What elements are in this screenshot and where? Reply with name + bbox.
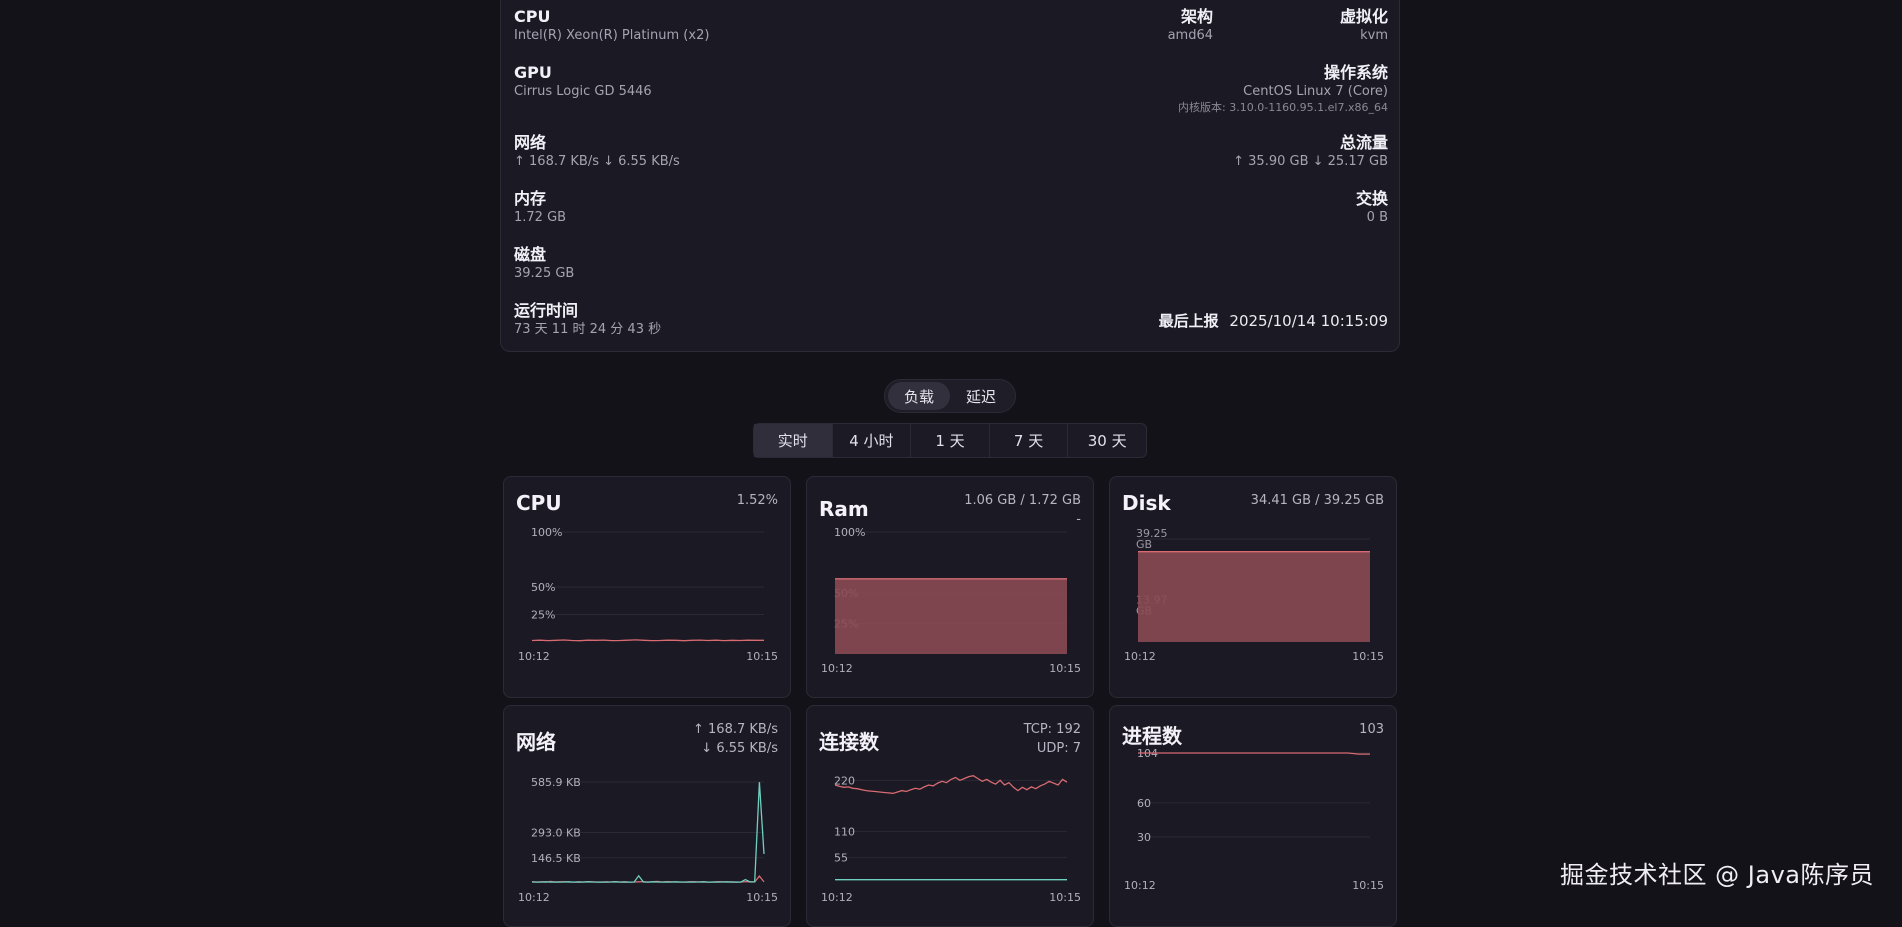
range-30d[interactable]: 30 天 — [1068, 424, 1146, 457]
range-7d[interactable]: 7 天 — [990, 424, 1069, 457]
chart-plot-ram: 100%50%25%10:1210:15 — [821, 526, 1081, 675]
info-os-label: 操作系统 — [1323, 63, 1388, 82]
y-tick-cpu-0: 100% — [531, 526, 562, 539]
range-1d[interactable]: 1 天 — [911, 424, 990, 457]
y-tick-cpu-2: 25% — [531, 609, 555, 622]
chart-card-network: 网络 ↑ 168.7 KB/s ↓ 6.55 KB/s 585.9 KB 293.… — [503, 705, 791, 927]
y-tick-network-0: 585.9 KB — [531, 776, 581, 789]
info-virt: 虚拟化 kvm — [1281, 7, 1388, 44]
info-mem: 内存 1.72 GB — [514, 189, 566, 226]
info-mem-label: 内存 — [514, 189, 547, 208]
x-label-cpu-1: 10:15 — [746, 650, 778, 663]
x-label-ram-0: 10:12 — [821, 662, 853, 675]
info-uptime: 运行时间 73 天 11 时 24 分 43 秒 — [514, 301, 661, 338]
x-label-ram-1: 10:15 — [1049, 662, 1081, 675]
range-4h[interactable]: 4 小时 — [833, 424, 912, 457]
info-disk: 磁盘 39.25 GB — [514, 245, 574, 282]
range-realtime[interactable]: 实时 — [754, 424, 833, 457]
info-cpu: CPU Intel(R) Xeon(R) Platinum (x2) — [514, 7, 709, 44]
y-tick-network-1: 293.0 KB — [531, 827, 581, 840]
info-os-kernel: 内核版本: 3.10.0-1160.95.1.el7.x86_64 — [1178, 101, 1388, 114]
x-label-connections-1: 10:15 — [1049, 891, 1081, 904]
info-cpu-label: CPU — [514, 7, 551, 26]
chart-plot-processes: 104603010:12 10:15 — [1124, 747, 1384, 892]
info-mem-value: 1.72 GB — [514, 210, 567, 225]
x-label-network-1: 10:15 — [746, 891, 778, 904]
chart-plot-disk: 39.25GB13.97GB10:1210:15 — [1124, 527, 1384, 663]
info-arch: 架构 amd64 — [1111, 7, 1213, 44]
info-traffic: 总流量 ↑ 35.90 GB ↓ 25.17 GB — [961, 133, 1388, 170]
x-label-disk-0: 10:12 — [1124, 650, 1156, 663]
y-tick-unit-disk-0: GB — [1136, 538, 1152, 551]
chart-plot-connections: 2201105510:12 10:15 — [821, 774, 1081, 904]
info-arch-value: amd64 — [1167, 28, 1213, 43]
info-net-value: ↑ 168.7 KB/s ↓ 6.55 KB/s — [514, 154, 680, 169]
info-uptime-value: 73 天 11 时 24 分 43 秒 — [514, 322, 662, 337]
info-virt-label: 虚拟化 — [1339, 7, 1388, 26]
info-traffic-label: 总流量 — [1339, 133, 1388, 152]
info-disk-label: 磁盘 — [514, 245, 547, 264]
info-last-report: 最后上报 2025/10/14 10:15:09 — [961, 311, 1388, 331]
tab-latency[interactable]: 延迟 — [950, 382, 1012, 410]
y-tick-processes-2: 30 — [1137, 831, 1151, 844]
y-tick-connections-1: 110 — [834, 826, 855, 839]
series-line-network-0 — [531, 875, 765, 883]
info-uptime-label: 运行时间 — [514, 301, 579, 320]
area-ram-0 — [835, 578, 1067, 654]
info-os: 操作系统 CentOS Linux 7 (Core) 内核版本: 3.10.0-… — [961, 63, 1388, 115]
info-gpu-label: GPU — [514, 63, 552, 82]
info-net: 网络 ↑ 168.7 KB/s ↓ 6.55 KB/s — [514, 133, 680, 170]
chart-card-connections: 连接数 TCP: 192 UDP: 7 220 110 55 10:12 10:15 — [806, 705, 1094, 927]
y-tick-cpu-1: 50% — [531, 581, 555, 594]
info-last-report-value: 2025/10/14 10:15:09 — [1229, 312, 1388, 330]
y-tick-connections-2: 55 — [834, 851, 848, 864]
x-label-disk-1: 10:15 — [1352, 650, 1384, 663]
y-tick-ram-0: 100% — [834, 526, 865, 539]
series-line-cpu-0 — [531, 639, 764, 642]
info-gpu-value: Cirrus Logic GD 5446 — [514, 84, 652, 99]
info-os-value: CentOS Linux 7 (Core) — [1243, 84, 1388, 99]
chart-card-cpu: CPU 1.52% 100% 50% 25% 10:12 10:15 — [503, 476, 791, 698]
server-info-card: CPU Intel(R) Xeon(R) Platinum (x2) 架构 am… — [500, 0, 1400, 352]
area-disk-0 — [1138, 551, 1370, 642]
tab-load[interactable]: 负载 — [888, 382, 950, 410]
x-label-cpu-0: 10:12 — [518, 650, 550, 663]
chart-card-ram: Ram 1.06 GB / 1.72 GB - 100%50%25%10:121… — [806, 476, 1094, 698]
y-tick-network-2: 146.5 KB — [531, 852, 581, 865]
info-traffic-value: ↑ 35.90 GB ↓ 25.17 GB — [1233, 154, 1388, 169]
x-label-processes-0: 10:12 — [1124, 879, 1156, 892]
chart-plot-cpu: 100% 50% 25% 10:12 10:15 — [518, 526, 778, 663]
info-net-label: 网络 — [514, 133, 547, 152]
chart-card-disk: Disk 34.41 GB / 39.25 GB 39.25GB13.97GB1… — [1109, 476, 1397, 698]
info-gpu: GPU Cirrus Logic GD 5446 — [514, 63, 652, 100]
view-tabs: 负载 延迟 — [884, 379, 1016, 413]
series-line-processes-0 — [1138, 752, 1370, 755]
x-label-connections-0: 10:12 — [821, 891, 853, 904]
info-swap-value: 0 B — [1366, 210, 1388, 225]
info-swap: 交换 0 B — [961, 189, 1388, 226]
chart-plot-network: 585.9 KB 293.0 KB 146.5 KB 10:12 10:15 — [518, 776, 778, 904]
y-tick-processes-1: 60 — [1137, 797, 1151, 810]
info-arch-label: 架构 — [1180, 7, 1213, 26]
info-virt-value: kvm — [1360, 28, 1388, 43]
info-cpu-value: Intel(R) Xeon(R) Platinum (x2) — [514, 28, 710, 43]
info-last-report-label: 最后上报 — [1158, 312, 1219, 330]
chart-card-processes: 进程数 103 104 60 30 10:12 10:15 — [1109, 705, 1397, 927]
series-line-connections-0 — [834, 775, 1068, 795]
time-range-selector: 实时 4 小时 1 天 7 天 30 天 — [753, 423, 1147, 458]
x-label-network-0: 10:12 — [518, 891, 550, 904]
info-swap-label: 交换 — [1355, 189, 1388, 208]
watermark: 掘金技术社区 @ Java陈序员 — [1560, 861, 1874, 889]
x-label-processes-1: 10:15 — [1352, 879, 1384, 892]
info-disk-value: 39.25 GB — [514, 266, 575, 281]
